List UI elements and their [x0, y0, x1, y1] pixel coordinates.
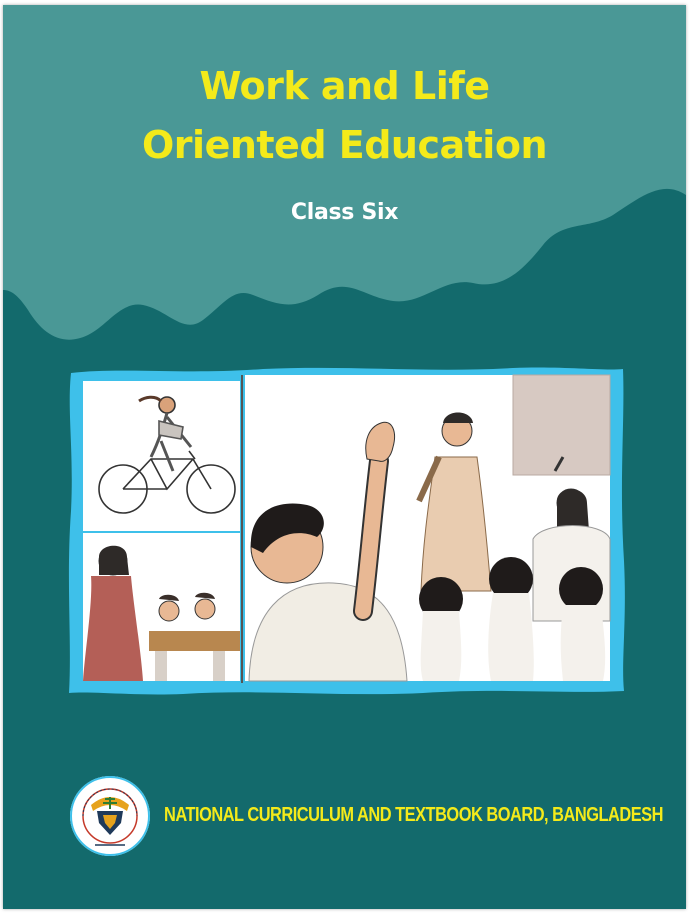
cover-illustration: [68, 367, 625, 695]
publisher-name: NATIONAL CURRICULUM AND TEXTBOOK BOARD, …: [164, 804, 663, 826]
book-cover: Work and Life Oriented Education Class S…: [3, 5, 686, 909]
publisher-logo: [70, 776, 150, 856]
book-title-line-1: Work and Life: [199, 64, 490, 108]
book-title-line-2: Oriented Education: [142, 123, 548, 167]
top-wave-shape: [3, 5, 686, 340]
class-label: Class Six: [290, 200, 399, 225]
